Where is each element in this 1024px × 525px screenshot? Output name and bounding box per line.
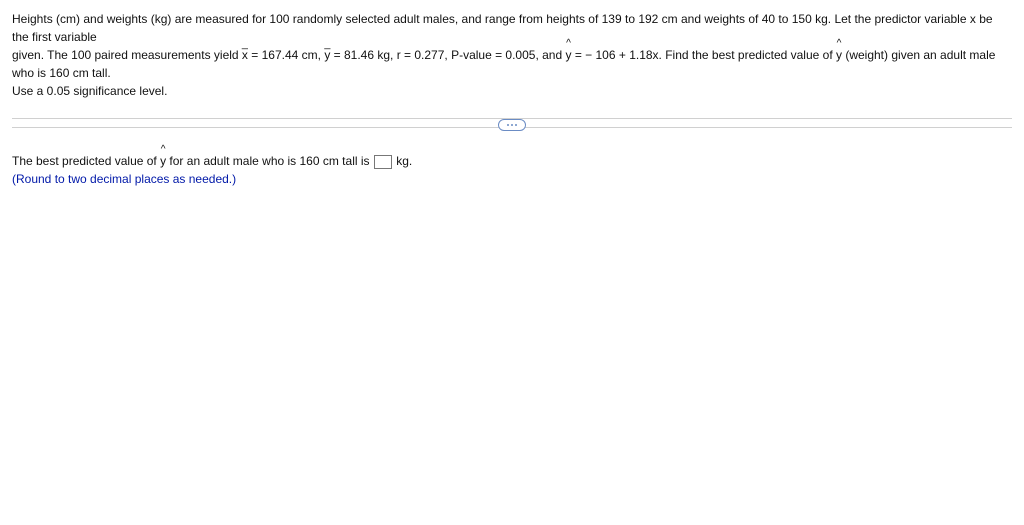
- y-hat-symbol: y: [565, 46, 571, 64]
- answer-input[interactable]: [374, 155, 392, 169]
- ellipsis-icon: [507, 124, 517, 126]
- answer-text-mid: for an adult male who is 160 cm tall is: [166, 154, 373, 168]
- problem-statement: Heights (cm) and weights (kg) are measur…: [12, 10, 1012, 100]
- y-bar-symbol: y: [324, 46, 330, 64]
- y-hat-answer-symbol: y: [160, 152, 166, 171]
- rounding-hint: (Round to two decimal places as needed.): [12, 172, 1012, 186]
- problem-line2-a: given. The 100 paired measurements yield: [12, 48, 242, 62]
- answer-text-pre: The best predicted value of: [12, 154, 160, 168]
- x-bar-symbol: x: [242, 46, 248, 64]
- answer-area: The best predicted value of y for an adu…: [12, 152, 1012, 186]
- section-divider: [12, 118, 1012, 132]
- problem-line3: Use a 0.05 significance level.: [12, 84, 167, 98]
- answer-unit: kg.: [393, 154, 412, 168]
- y-hat-symbol-2: y: [836, 46, 842, 64]
- xbar-value: = 167.44 cm,: [248, 48, 324, 62]
- regression-eq: = − 106 + 1.18x. Find the best predicted…: [571, 48, 836, 62]
- ybar-value: = 81.46 kg, r = 0.277, P-value = 0.005, …: [330, 48, 565, 62]
- expand-button[interactable]: [498, 119, 526, 131]
- problem-line1: Heights (cm) and weights (kg) are measur…: [12, 12, 993, 44]
